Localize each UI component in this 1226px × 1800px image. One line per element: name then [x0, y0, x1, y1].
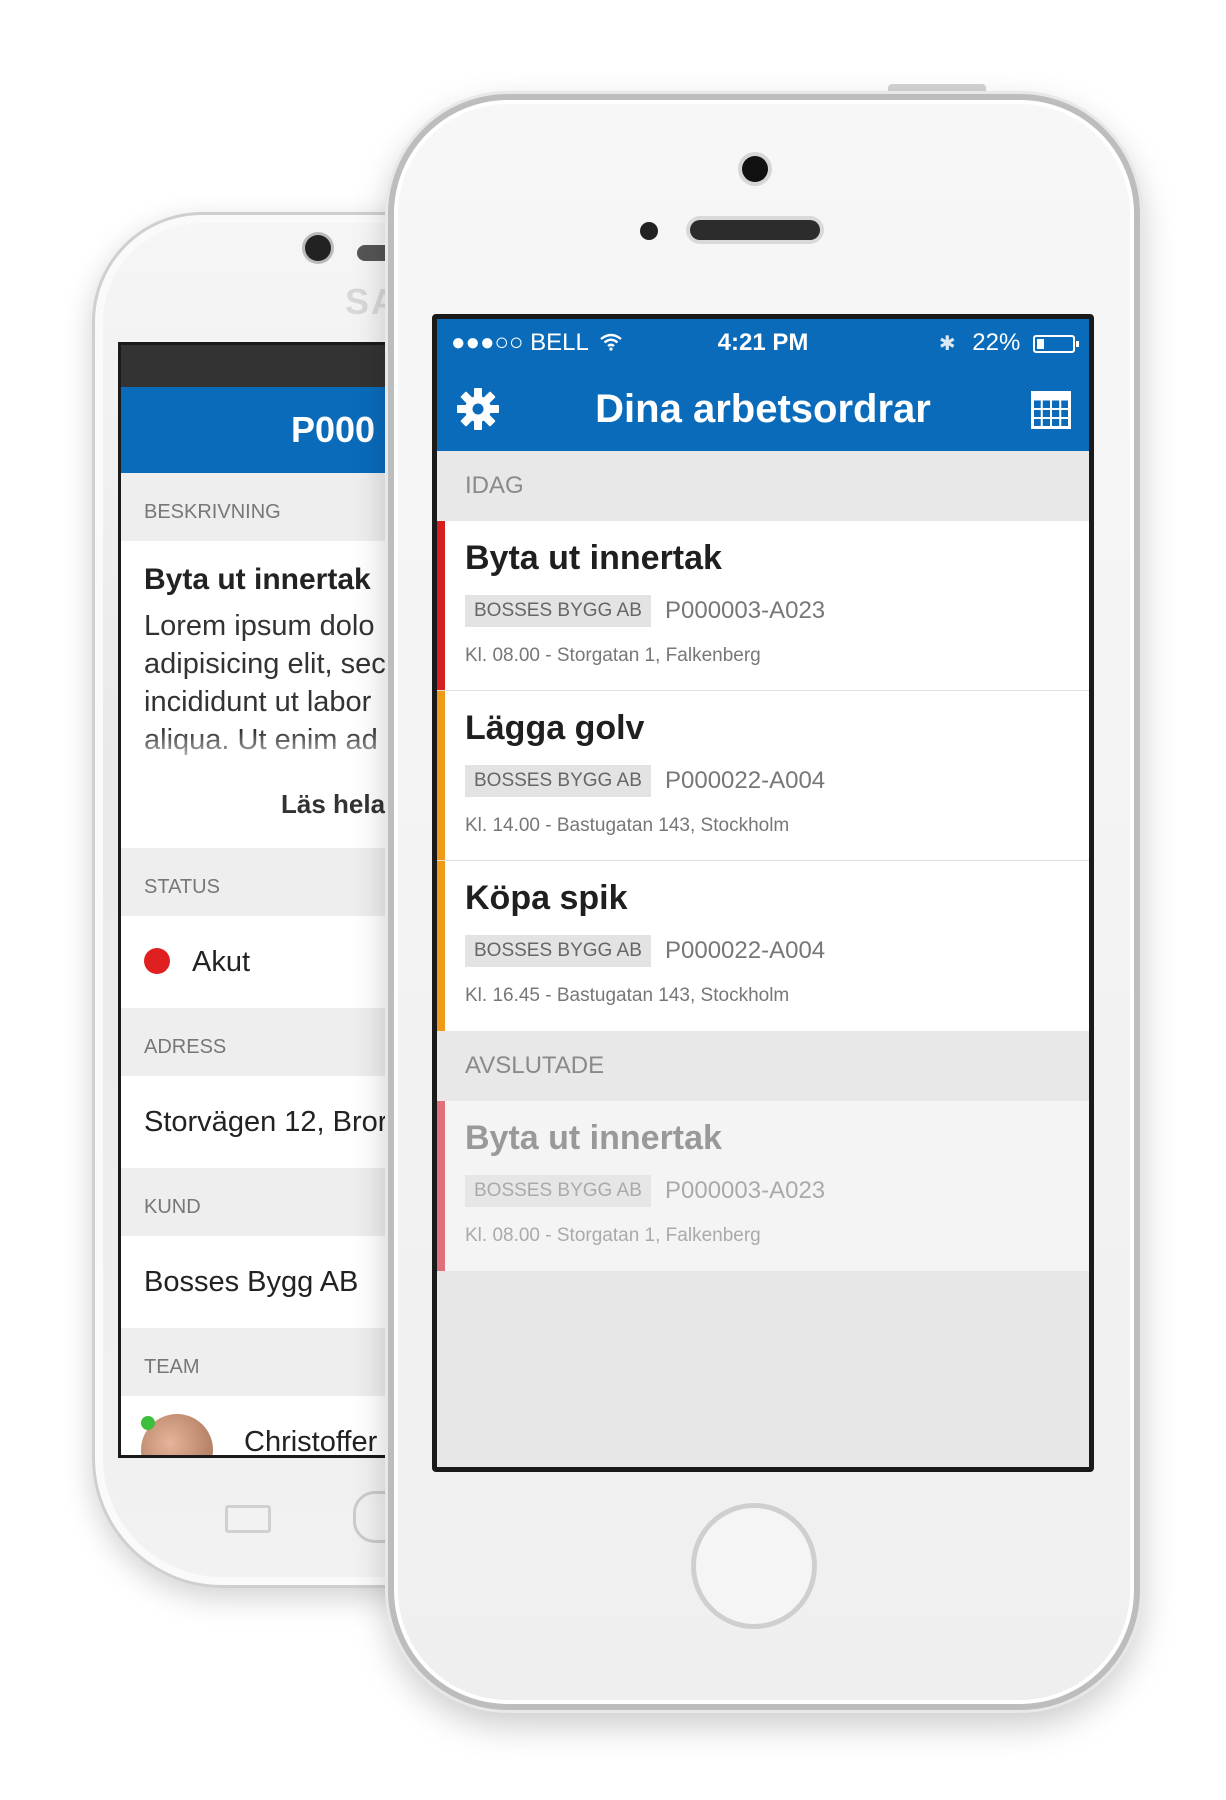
order-title: Byta ut innertak	[465, 1119, 722, 1157]
section-header-today: IDAG	[437, 451, 1089, 521]
battery-level-fill	[1037, 338, 1045, 349]
android-camera	[305, 235, 331, 261]
address-value: Storvägen 12, Bror	[144, 1106, 388, 1138]
customer-tag: BOSSES BYGG AB	[465, 765, 651, 797]
team-member-name: Christoffer	[244, 1426, 378, 1458]
status-value: Akut	[192, 946, 251, 978]
nav-bar: Dina arbetsordrar	[437, 367, 1089, 451]
battery-percent: 22%	[972, 329, 1021, 356]
read-more-link[interactable]: Läs hela	[281, 789, 385, 820]
bluetooth-icon: ✱	[938, 333, 956, 355]
order-code: P000003-A023	[665, 597, 826, 624]
battery-icon	[1033, 334, 1079, 353]
order-code: P000003-A023	[665, 1177, 826, 1204]
calendar-icon[interactable]	[1031, 391, 1071, 429]
order-code: P000022-A004	[665, 767, 826, 794]
battery-tip	[1076, 340, 1079, 347]
customer-tag: BOSSES BYGG AB	[465, 1175, 651, 1207]
iphone-front-camera	[742, 156, 768, 182]
ios-status-bar: ●●●○○ BELL 4:21 PM ✱ 22%	[437, 319, 1089, 367]
priority-bar	[437, 691, 445, 860]
customer-tag: BOSSES BYGG AB	[465, 935, 651, 967]
status-dot-icon	[144, 948, 170, 975]
work-order-item-completed[interactable]: Byta ut innertak BOSSES BYGG AB P000003-…	[437, 1101, 1089, 1271]
section-header-completed: AVSLUTADE	[437, 1031, 1089, 1101]
order-meta: Kl. 08.00 - Storgatan 1, Falkenberg	[465, 645, 761, 666]
iphone-home-button[interactable]	[691, 1503, 817, 1629]
order-title: Lägga golv	[465, 709, 645, 747]
order-meta: Kl. 08.00 - Storgatan 1, Falkenberg	[465, 1225, 761, 1246]
status-right: ✱ 22%	[938, 329, 1079, 357]
order-title: Byta ut innertak	[465, 539, 722, 577]
iphone-screen: ●●●○○ BELL 4:21 PM ✱ 22% Dina arbetsordr…	[432, 314, 1094, 1472]
priority-bar	[437, 1101, 445, 1271]
order-code: P000022-A004	[665, 937, 826, 964]
page-title: Dina arbetsordrar	[595, 387, 931, 431]
iphone-power-button[interactable]	[888, 84, 986, 94]
work-order-item[interactable]: Lägga golv BOSSES BYGG AB P000022-A004 K…	[437, 691, 1089, 861]
iphone-speaker	[690, 220, 820, 240]
customer-tag: BOSSES BYGG AB	[465, 595, 651, 627]
online-indicator-icon	[141, 1416, 155, 1430]
priority-bar	[437, 521, 445, 690]
android-menu-key[interactable]	[225, 1505, 271, 1533]
iphone-sensor	[640, 222, 658, 240]
order-meta: Kl. 16.45 - Bastugatan 143, Stockholm	[465, 985, 790, 1006]
android-app-title: P000	[291, 409, 376, 450]
work-order-item[interactable]: Byta ut innertak BOSSES BYGG AB P000003-…	[437, 521, 1089, 691]
priority-bar	[437, 861, 445, 1031]
customer-value: Bosses Bygg AB	[144, 1266, 359, 1298]
order-title: Köpa spik	[465, 879, 628, 917]
work-order-item[interactable]: Köpa spik BOSSES BYGG AB P000022-A004 Kl…	[437, 861, 1089, 1031]
order-meta: Kl. 14.00 - Bastugatan 143, Stockholm	[465, 815, 790, 836]
